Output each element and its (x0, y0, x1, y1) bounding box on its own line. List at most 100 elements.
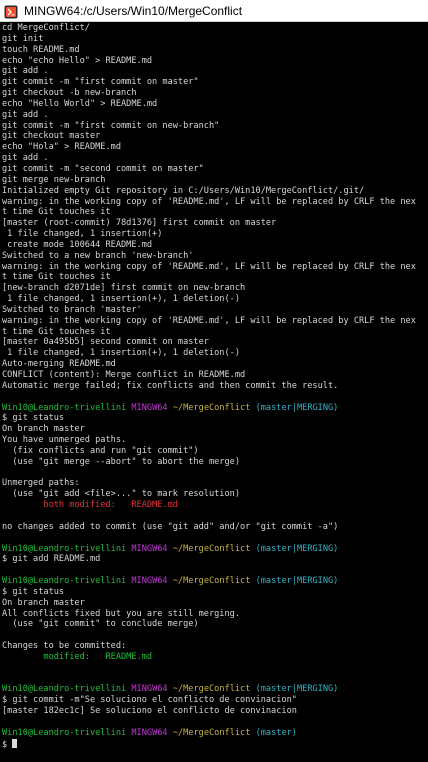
terminal-line: git commit -m "second commit on master" (2, 164, 426, 175)
terminal-text: [master (root-commit) 78d1376] first com… (2, 218, 277, 229)
terminal-text: On branch master (2, 424, 85, 435)
terminal-line: t time Git touches it (2, 207, 426, 218)
terminal-line: Auto-merging README.md (2, 359, 426, 370)
terminal-line: warning: in the working copy of 'README.… (2, 316, 426, 327)
terminal-text: t time Git touches it (2, 326, 111, 337)
terminal-line: All conflicts fixed but you are still me… (2, 609, 426, 620)
terminal-line: (use "git merge --abort" to abort the me… (2, 457, 426, 468)
terminal-text: warning: in the working copy of 'README.… (2, 261, 416, 272)
terminal-line: (fix conflicts and run "git commit") (2, 446, 426, 457)
terminal-line: Automatic merge failed; fix conflicts an… (2, 381, 426, 392)
terminal-text: MINGW64 (131, 727, 168, 738)
terminal-text: Switched to branch 'master' (2, 304, 142, 315)
terminal-window: MINGW64:/c/Users/Win10/MergeConflict cd … (0, 0, 428, 762)
terminal-text: Changes to be committed: (2, 641, 127, 652)
terminal-line: [new-branch d2071de] first commit on new… (2, 283, 426, 294)
terminal-text: ~/MergeConflict (172, 402, 251, 413)
terminal-output[interactable]: cd MergeConflict/git init touch README.md… (0, 22, 428, 762)
terminal-text: create mode 100644 README.md (2, 239, 153, 250)
terminal-text: git add . (2, 153, 49, 164)
terminal-line: [master 182ec1c] Se soluciono el conflic… (2, 706, 426, 717)
terminal-text: CONFLICT (content): Merge conflict in RE… (2, 370, 246, 380)
terminal-line: Win10@Leandro-trivellini MINGW64 ~/Merge… (2, 684, 426, 695)
terminal-line: Initialized empty Git repository in C:/U… (2, 186, 426, 197)
terminal-text: [master 182ec1c] Se soluciono el conflic… (2, 706, 297, 717)
git-bash-icon (4, 4, 18, 18)
terminal-line: Switched to branch 'master' (2, 305, 426, 316)
terminal-line: $ git status (2, 587, 426, 598)
terminal-text: 1 file changed, 1 insertion(+), 1 deleti… (2, 294, 240, 305)
terminal-line: $ git add README.md (2, 554, 426, 565)
terminal-text: All conflicts fixed but you are still me… (2, 608, 240, 619)
terminal-text: modified: README.md (2, 651, 153, 662)
terminal-text: echo "Hello World" > README.md (2, 98, 158, 109)
terminal-line: modified: README.md (2, 652, 426, 663)
terminal-line: Changes to be committed: (2, 641, 426, 652)
terminal-text: git commit -m "first commit on new-branc… (2, 120, 220, 131)
terminal-line: 1 file changed, 1 insertion(+), 1 deleti… (2, 294, 426, 305)
terminal-text: Initialized empty Git repository in C:/U… (2, 185, 365, 196)
terminal-line: cd MergeConflict/ (2, 23, 426, 34)
terminal-line: warning: in the working copy of 'README.… (2, 262, 426, 273)
terminal-line: You have unmerged paths. (2, 435, 426, 446)
terminal-text: Win10@Leandro-trivellini (2, 576, 127, 587)
terminal-line: echo "echo Hello" > README.md (2, 56, 426, 67)
terminal-text: Automatic merge failed; fix conflicts an… (2, 380, 339, 391)
terminal-text: (use "git commit" to conclude merge) (2, 619, 199, 630)
terminal-line: [master 0a495b5] second commit on master (2, 337, 426, 348)
terminal-text: ~/MergeConflict (172, 684, 251, 695)
terminal-text: Win10@Leandro-trivellini (2, 402, 127, 413)
terminal-text: [new-branch d2071de] first commit on new… (2, 283, 246, 294)
terminal-line: both modified: README.md (2, 500, 426, 511)
terminal-text: ~/MergeConflict (172, 543, 251, 554)
terminal-line: create mode 100644 README.md (2, 240, 426, 251)
terminal-text: (master|MERGING) (255, 402, 339, 413)
terminal-line: git init (2, 34, 426, 45)
terminal-text: MINGW64 (131, 576, 168, 587)
terminal-line: Win10@Leandro-trivellini MINGW64 ~/Merge… (2, 544, 426, 555)
terminal-text: t time Git touches it (2, 272, 111, 283)
terminal-line: touch README.md (2, 45, 426, 56)
terminal-line: t time Git touches it (2, 272, 426, 283)
terminal-text: git add . (2, 109, 49, 120)
terminal-text: ~/MergeConflict (172, 576, 251, 587)
terminal-text: git checkout master (2, 131, 101, 142)
terminal-line: echo "Hello World" > README.md (2, 99, 426, 110)
terminal-text: git init (2, 33, 44, 44)
terminal-line: $ git commit -m"Se soluciono el conflict… (2, 695, 426, 706)
terminal-text: (use "git add <file>..." to mark resolut… (2, 489, 240, 500)
terminal-line: On branch master (2, 424, 426, 435)
terminal-line: git add . (2, 110, 426, 121)
terminal-text: git commit -m "first commit on master" (2, 77, 199, 88)
terminal-text: [master 0a495b5] second commit on master (2, 337, 209, 348)
terminal-line: Switched to a new branch 'new-branch' (2, 251, 426, 262)
terminal-text: On branch master (2, 597, 85, 608)
window-title: MINGW64:/c/Users/Win10/MergeConflict (24, 3, 243, 18)
terminal-text: $ git status (2, 413, 65, 424)
terminal-line: t time Git touches it (2, 327, 426, 338)
terminal-text: You have unmerged paths. (2, 435, 127, 446)
title-bar[interactable]: MINGW64:/c/Users/Win10/MergeConflict (0, 0, 428, 22)
terminal-line: CONFLICT (content): Merge conflict in RE… (2, 370, 426, 381)
terminal-text: cd MergeConflict/ (2, 23, 90, 33)
terminal-text: $ git status (2, 586, 65, 597)
terminal-line: git commit -m "first commit on new-branc… (2, 121, 426, 132)
terminal-text: echo "Hola" > README.md (2, 142, 121, 153)
terminal-text: ~/MergeConflict (172, 727, 251, 738)
terminal-text: Auto-merging README.md (2, 359, 116, 370)
terminal-line: echo "Hola" > README.md (2, 142, 426, 153)
terminal-line: 1 file changed, 1 insertion(+), 1 deleti… (2, 348, 426, 359)
terminal-line: $ (2, 738, 426, 750)
terminal-text: t time Git touches it (2, 207, 111, 218)
terminal-text: MINGW64 (131, 684, 168, 695)
terminal-text: $ git add README.md (2, 554, 101, 565)
terminal-text: (master|MERGING) (255, 576, 339, 587)
terminal-text: (master) (255, 727, 297, 738)
